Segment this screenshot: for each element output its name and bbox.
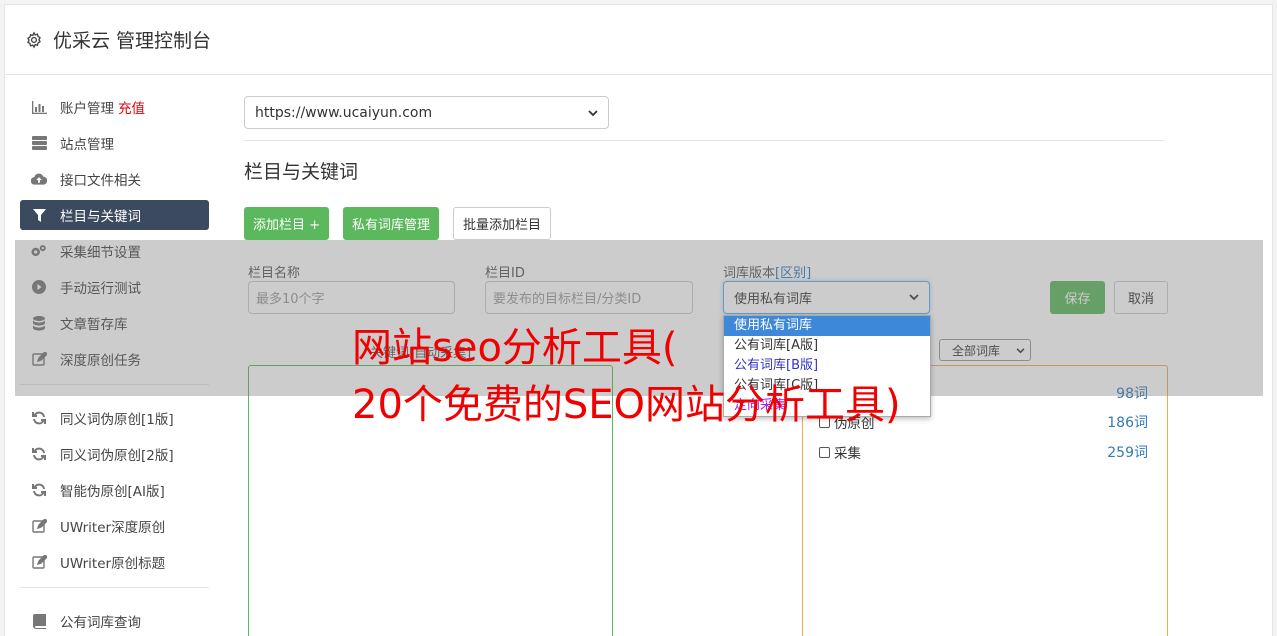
sidebar-item-public-lib-query[interactable]: 公有词库查询 <box>20 606 209 636</box>
chevron-down-icon <box>588 105 598 121</box>
sidebar-item-label: 深度原创任务 <box>60 353 141 369</box>
lib-version-label: 词库版本[区别] <box>723 262 811 281</box>
main-content: https://www.ucaiyun.com 栏目与关键词 添加栏目 + 私有… <box>244 96 1164 240</box>
cancel-button[interactable]: 取消 <box>1114 281 1168 314</box>
sidebar-item-label: 接口文件相关 <box>60 173 141 189</box>
lib-version-label-text: 词库版本 <box>723 266 776 281</box>
database-icon <box>31 315 47 331</box>
app-title: 优采云 管理控制台 <box>53 30 212 52</box>
sidebar-item-deep-original[interactable]: 深度原创任务 <box>20 344 209 374</box>
column-name-label: 栏目名称 <box>248 266 301 281</box>
watermark-line-1: 网站seo分析工具( <box>352 325 678 371</box>
watermark-line-2: 20个免费的SEO网站分析工具) <box>352 382 901 428</box>
lib-filter-select[interactable]: 全部词库 <box>939 339 1031 361</box>
add-column-button[interactable]: 添加栏目 + <box>244 207 330 240</box>
cloud-upload-icon <box>31 171 47 187</box>
section-title: 栏目与关键词 <box>244 161 359 183</box>
save-button[interactable]: 保存 <box>1050 281 1105 314</box>
sidebar-item-ai-rewrite[interactable]: 智能伪原创[AI版] <box>20 475 209 505</box>
recharge-link[interactable]: 充值 <box>118 97 145 117</box>
book-icon <box>31 613 47 629</box>
sidebar-item-synonym-v2[interactable]: 同义词伪原创[2版] <box>20 439 209 469</box>
lib-version-value: 使用私有词库 <box>734 292 813 307</box>
sidebar-item-label: UWriter原创标题 <box>60 556 166 572</box>
gears-icon <box>31 243 47 259</box>
action-buttons: 添加栏目 + 私有词库管理 批量添加栏目 <box>244 207 1164 240</box>
column-id-label: 栏目ID <box>485 266 525 281</box>
lib-count: 259词 <box>1107 445 1148 461</box>
sidebar-item-interface[interactable]: 接口文件相关 <box>20 164 209 194</box>
sidebar-item-uwriter-original[interactable]: UWriter深度原创 <box>20 511 209 541</box>
refresh-icon <box>31 482 47 498</box>
sidebar-item-label: UWriter深度原创 <box>60 520 166 536</box>
sidebar-divider <box>20 384 209 385</box>
chevron-down-icon <box>909 290 919 305</box>
sidebar-item-manual-run[interactable]: 手动运行测试 <box>20 272 209 302</box>
play-circle-icon <box>31 279 47 295</box>
filter-icon <box>31 207 47 223</box>
chevron-down-icon <box>1016 343 1025 357</box>
refresh-icon <box>31 410 47 426</box>
server-icon <box>31 135 47 151</box>
edit-icon <box>31 518 47 534</box>
sidebar-item-label: 账户管理 <box>60 101 114 117</box>
edit-icon <box>31 351 47 367</box>
edit-icon <box>31 554 47 570</box>
divider <box>244 140 1164 141</box>
column-id-input[interactable]: 要发布的目标栏目/分类ID <box>485 281 693 314</box>
private-lib-button[interactable]: 私有词库管理 <box>343 207 440 240</box>
lib-filter-value: 全部词库 <box>952 343 1001 358</box>
column-name-input[interactable]: 最多10个字 <box>248 281 455 314</box>
gear-icon <box>27 30 41 49</box>
sidebar-item-sites[interactable]: 站点管理 <box>20 128 209 158</box>
sidebar-item-columns[interactable]: 栏目与关键词 <box>20 200 209 230</box>
lib-count: 186词 <box>1107 415 1148 431</box>
site-select[interactable]: https://www.ucaiyun.com <box>244 96 609 129</box>
sidebar-item-label: 手动运行测试 <box>60 281 141 297</box>
sidebar-item-synonym-v1[interactable]: 同义词伪原创[1版] <box>20 403 209 433</box>
sidebar-item-label: 采集细节设置 <box>60 245 141 261</box>
lib-version-select[interactable]: 使用私有词库 <box>723 281 930 314</box>
sidebar-item-label: 栏目与关键词 <box>60 209 141 225</box>
sidebar: 账户管理 充值 站点管理 接口文件相关 栏目与关键词 采集细节设置 手动运行测试 <box>20 92 209 636</box>
dropdown-option[interactable]: 公有词库[A版] <box>724 336 930 356</box>
refresh-icon <box>31 446 47 462</box>
dropdown-option[interactable]: 公有词库[B版] <box>724 356 930 376</box>
bar-chart-icon <box>31 99 47 115</box>
dropdown-option[interactable]: 使用私有词库 <box>724 316 930 336</box>
lib-name: 采集 <box>834 446 861 462</box>
sidebar-item-label: 站点管理 <box>60 137 114 153</box>
lib-checkbox[interactable] <box>819 446 830 458</box>
sidebar-item-label: 同义词伪原创[2版] <box>60 448 174 464</box>
sidebar-item-label: 公有词库查询 <box>60 615 141 631</box>
sidebar-item-collect-settings[interactable]: 采集细节设置 <box>20 236 209 266</box>
sidebar-item-label: 文章暂存库 <box>60 317 128 333</box>
batch-add-button[interactable]: 批量添加栏目 <box>453 207 552 240</box>
sidebar-divider <box>20 587 209 588</box>
sidebar-item-label: 同义词伪原创[1版] <box>60 412 174 428</box>
app-header: 优采云 管理控制台 <box>5 5 1272 75</box>
sidebar-item-label: 智能伪原创[AI版] <box>60 484 165 500</box>
lib-count: 98词 <box>1116 386 1148 402</box>
lib-row[interactable]: 采集 <box>819 442 861 462</box>
sidebar-item-uwriter-title[interactable]: UWriter原创标题 <box>20 547 209 577</box>
sidebar-item-article-store[interactable]: 文章暂存库 <box>20 308 209 338</box>
difference-link[interactable]: [区别] <box>775 266 811 281</box>
site-select-value: https://www.ucaiyun.com <box>255 104 433 121</box>
sidebar-item-account[interactable]: 账户管理 充值 <box>20 92 209 122</box>
